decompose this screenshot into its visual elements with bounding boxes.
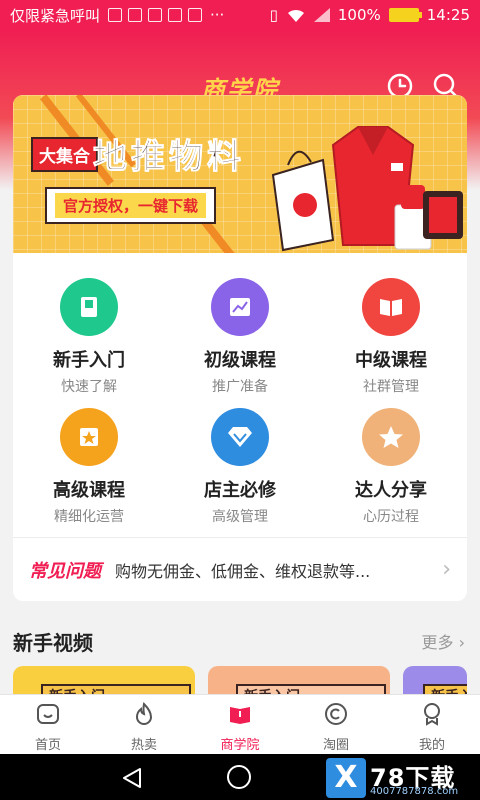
nav-home[interactable]: 首页 (0, 695, 96, 754)
carrier-text: 仅限紧急呼叫 (10, 6, 101, 25)
chart-icon (211, 278, 269, 336)
banner-subtitle-box: 官方授权，一键下载 (45, 187, 217, 224)
menu-item-advanced[interactable]: 高级课程 精细化运营 (14, 408, 164, 526)
notification-icon (148, 8, 163, 22)
menu-label: 达人分享 (355, 480, 427, 501)
menu-sub: 社群管理 (363, 379, 419, 395)
back-icon[interactable] (120, 766, 144, 790)
overflow-dots: ··· (210, 6, 225, 24)
nav-label: 首页 (34, 738, 61, 753)
menu-label: 中级课程 (355, 350, 427, 371)
battery-icon (388, 8, 422, 22)
notification-icon (128, 8, 143, 22)
clock-text: 14:25 (426, 6, 470, 24)
notification-icon (108, 8, 123, 22)
notification-icon (188, 8, 203, 22)
bottom-nav: 首页 热卖 商学院 淘圈 我的 (0, 694, 480, 754)
watermark-x: X (326, 758, 366, 798)
menu-item-owner[interactable]: 店主必修 高级管理 (165, 408, 315, 526)
nav-label: 商学院 (220, 738, 260, 753)
more-label: 更多 (421, 633, 454, 652)
star-box-icon (60, 408, 118, 466)
book-icon (60, 278, 118, 336)
circle-icon (325, 703, 347, 725)
battery-text: 100% (337, 6, 381, 24)
menu-sub: 心历过程 (363, 509, 419, 525)
nav-circle[interactable]: 淘圈 (288, 695, 384, 754)
faq-text: 购物无佣金、低佣金、维权退款等... (115, 561, 371, 581)
menu-sub: 高级管理 (212, 509, 268, 525)
menu-sub: 推广准备 (212, 379, 268, 395)
menu-label: 店主必修 (204, 480, 276, 501)
nav-label: 热卖 (130, 738, 157, 753)
menu-item-expert[interactable]: 达人分享 心历过程 (316, 408, 466, 526)
menu-item-junior[interactable]: 初级课程 推广准备 (165, 278, 315, 396)
promo-banner[interactable]: 大集合 地推物料 官方授权，一键下载 (13, 95, 467, 253)
nav-college[interactable]: 商学院 (192, 695, 288, 754)
menu-sub: 精细化运营 (54, 509, 124, 525)
menu-label: 新手入门 (53, 350, 125, 371)
flame-icon (135, 701, 153, 725)
diamond-icon (211, 408, 269, 466)
nav-profile[interactable]: 我的 (384, 695, 480, 754)
faq-tag: 常见问题 (29, 560, 101, 582)
home-button-icon[interactable] (227, 765, 251, 789)
banner-title: 地推物料 (93, 137, 245, 178)
open-book-icon (362, 278, 420, 336)
menu-label: 高级课程 (53, 480, 125, 501)
nav-label: 淘圈 (322, 738, 349, 753)
college-icon (230, 707, 250, 724)
more-link[interactable]: 更多 › (422, 629, 466, 653)
watermark-logo: X 78下载 4007787878.com (326, 758, 478, 798)
signal-icon (313, 8, 330, 22)
menu-item-beginner[interactable]: 新手入门 快速了解 (14, 278, 164, 396)
wifi-icon (287, 9, 304, 22)
watermark-sub: 4007787878.com (370, 786, 459, 797)
notification-icons (108, 8, 203, 22)
star-icon (362, 408, 420, 466)
vibrate-icon: ▯ (269, 6, 278, 24)
section-title: 新手视频 (13, 631, 93, 655)
chevron-right-icon: › (442, 557, 451, 582)
notification-icon (168, 8, 183, 22)
nav-label: 我的 (418, 738, 445, 753)
merchandise-illustration (271, 126, 463, 252)
faq-row[interactable]: 常见问题 购物无佣金、低佣金、维权退款等... › (13, 538, 467, 601)
menu-item-intermediate[interactable]: 中级课程 社群管理 (316, 278, 466, 396)
menu-label: 初级课程 (204, 350, 276, 371)
main-card: 大集合 地推物料 官方授权，一键下载 新手入门 快速了解 初级课程 推广准备 中… (13, 95, 467, 601)
home-icon (37, 704, 59, 724)
profile-icon (424, 703, 440, 726)
menu-sub: 快速了解 (61, 379, 117, 395)
banner-subtitle: 官方授权，一键下载 (55, 193, 207, 218)
status-bar: 仅限紧急呼叫 ··· ▯ 100% 14:25 (0, 0, 480, 30)
banner-tag: 大集合 (31, 137, 98, 172)
nav-hot[interactable]: 热卖 (96, 695, 192, 754)
